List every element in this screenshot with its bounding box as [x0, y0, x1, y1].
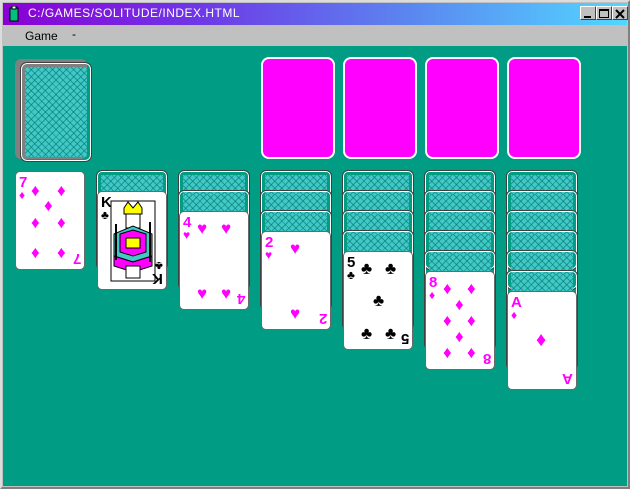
diamond-icon: ♦ [443, 311, 452, 330]
tableau-card-k-clubs[interactable]: K ♣ ♣ K [97, 191, 167, 290]
foundation-slot-2[interactable] [345, 59, 415, 157]
card-rank-rotated: 8 [482, 350, 491, 367]
foundation-slot-3[interactable] [427, 59, 497, 157]
app-icon [8, 5, 20, 22]
maximize-button[interactable] [596, 6, 612, 20]
close-icon [615, 9, 625, 19]
diamond-icon: ♦ [57, 181, 66, 200]
heart-icon: ♥ [221, 284, 232, 303]
game-window: C:/GAMES/SOLITUDE/INDEX.HTML Game - 7 ♦ … [0, 0, 630, 489]
play-area: 7 ♦ ♦ ♦ ♦ ♦ ♦ ♦ ♦ 7 K ♣ ♣ K 4 ♥ ♥ ♥ ♥ ♥ … [3, 46, 627, 486]
diamond-icon: ♦ [455, 295, 464, 314]
diamond-icon: ♦ [443, 343, 452, 362]
diamond-icon: ♦ [31, 243, 40, 262]
diamond-icon: ♦ [31, 213, 40, 232]
heart-icon: ♥ [197, 219, 208, 238]
close-button[interactable] [612, 6, 628, 20]
diamond-icon: ♦ [57, 243, 66, 262]
heart-icon: ♥ [265, 248, 273, 262]
club-icon: ♣ [361, 259, 373, 278]
foundation-slot-1[interactable] [263, 59, 333, 157]
heart-icon: ♥ [183, 228, 191, 242]
window-title: C:/GAMES/SOLITUDE/INDEX.HTML [28, 6, 241, 20]
card-rank-rotated: 2 [318, 310, 327, 327]
diamond-icon: ♦ [31, 181, 40, 200]
club-icon: ♣ [373, 291, 385, 310]
diamond-icon: ♦ [467, 343, 476, 362]
heart-icon: ♥ [290, 239, 301, 258]
card-rank-rotated: A [562, 370, 573, 387]
menu-game[interactable]: Game [25, 29, 58, 43]
diamond-icon: ♦ [467, 279, 476, 298]
diamond-icon: ♦ [44, 196, 53, 215]
tableau-card-a-diamonds[interactable]: A ♦ ♦ A [507, 291, 577, 390]
stock-card[interactable] [20, 62, 92, 162]
club-icon: ♣ [385, 259, 397, 278]
diamond-icon: ♦ [455, 327, 464, 346]
card-rank-rotated: 5 [400, 330, 409, 347]
minimize-button[interactable] [580, 6, 596, 20]
king-portrait-icon [110, 200, 156, 282]
card-rank-rotated: 7 [72, 250, 81, 267]
heart-icon: ♥ [221, 219, 232, 238]
diamond-icon: ♦ [511, 308, 518, 322]
diamond-icon: ♦ [57, 213, 66, 232]
foundation-slot-4[interactable] [509, 59, 579, 157]
stock-pile[interactable] [15, 59, 93, 163]
club-icon: ♣ [101, 208, 109, 222]
minimize-icon [584, 16, 591, 18]
diamond-icon: ♦ [429, 288, 436, 302]
heart-icon: ♥ [197, 284, 208, 303]
club-icon: ♣ [347, 268, 355, 282]
diamond-icon: ♦ [19, 188, 26, 202]
maximize-icon [599, 9, 609, 18]
card-rank-rotated: 4 [236, 290, 245, 307]
club-icon: ♣ [385, 324, 397, 343]
title-bar[interactable]: C:/GAMES/SOLITUDE/INDEX.HTML [3, 3, 628, 25]
diamond-icon: ♦ [467, 311, 476, 330]
heart-icon: ♥ [290, 304, 301, 323]
tableau-card-7-diamonds[interactable]: 7 ♦ ♦ ♦ ♦ ♦ ♦ ♦ ♦ 7 [15, 171, 85, 270]
tableau-card-2-hearts[interactable]: 2 ♥ ♥ ♥ 2 [261, 231, 331, 330]
menu-bar: Game - [3, 26, 627, 46]
club-icon: ♣ [361, 324, 373, 343]
card-rank-rotated: K [152, 270, 163, 287]
menu-more[interactable]: - [72, 27, 76, 41]
tableau-card-5-clubs[interactable]: 5 ♣ ♣ ♣ ♣ ♣ ♣ 5 [343, 251, 413, 350]
diamond-icon: ♦ [443, 279, 452, 298]
tableau-card-4-hearts[interactable]: 4 ♥ ♥ ♥ ♥ ♥ 4 [179, 211, 249, 310]
diamond-icon: ♦ [536, 329, 547, 351]
tableau-card-8-diamonds[interactable]: 8 ♦ ♦ ♦ ♦ ♦ ♦ ♦ ♦ ♦ 8 [425, 271, 495, 370]
